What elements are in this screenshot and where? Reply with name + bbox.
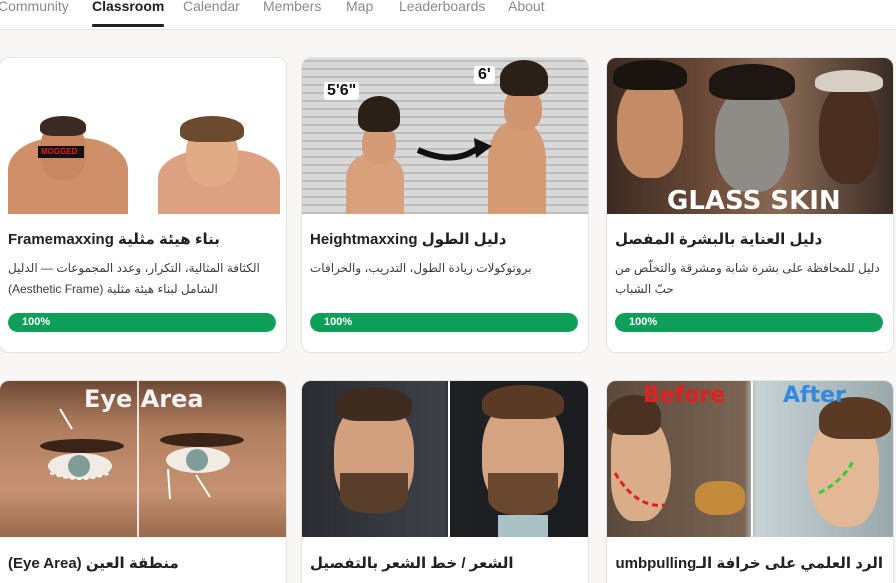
course-card-heightmaxxing[interactable]: 5'6" 6' Heightmaxxing دليل الطول بروتوكو… (301, 57, 589, 353)
classroom-nav-bar: Community Classroom Calendar Members Map… (0, 0, 896, 30)
course-card-hairline[interactable]: الشعر / خط الشعر بالتفصيل (301, 380, 589, 583)
course-description: دليل للمحافظة على بشرة شابة ومشرقة والتخ… (615, 261, 880, 296)
course-progress-bar: 100% (8, 313, 276, 332)
course-description: الكثافة المثالية، التكرار، وعدد المجموعا… (8, 261, 260, 296)
course-title: الرد العلمي على خرافة الـThumbpulling (615, 555, 883, 572)
course-title: الشعر / خط الشعر بالتفصيل (310, 555, 514, 572)
course-thumbnail: 5'6" 6' (302, 58, 588, 214)
height-label-tall: 6' (474, 66, 495, 84)
course-title: Heightmaxxing دليل الطول (310, 231, 507, 248)
course-card-skincare[interactable]: GLASS SKIN دليل العناية بالبشرة المفصل د… (606, 57, 894, 353)
course-thumbnail: Before After (607, 381, 893, 537)
thumbnail-caption: GLASS SKIN (667, 186, 841, 214)
course-thumbnail: MOGGED (0, 58, 286, 214)
course-card-eye-area[interactable]: Eye Area منطقة العين (Eye Area) (0, 380, 287, 583)
before-label: Before (643, 383, 726, 408)
tab-map[interactable]: Map (346, 0, 373, 14)
course-description: بروتوكولات زيادة الطول، التدريب، والخراف… (310, 261, 532, 275)
course-title: دليل العناية بالبشرة المفصل (615, 231, 823, 248)
tab-leaderboards[interactable]: Leaderboards (399, 0, 485, 14)
course-title: منطقة العين (Eye Area) (8, 555, 179, 572)
thumbnail-caption: Eye Area (84, 385, 204, 413)
arrow-right-icon (416, 138, 492, 161)
tab-about[interactable]: About (508, 0, 545, 14)
course-progress-bar: 100% (615, 313, 883, 332)
course-card-framemaxxing[interactable]: MOGGED Framemaxxing بناء هيئة مثلية الكث… (0, 57, 287, 353)
course-thumbnail: Eye Area (0, 381, 286, 537)
course-thumbnail: GLASS SKIN (607, 58, 893, 214)
tab-classroom[interactable]: Classroom (92, 0, 165, 27)
tab-members[interactable]: Members (263, 0, 321, 14)
censor-bar: MOGGED (38, 146, 84, 158)
course-card-thumbpulling[interactable]: Before After الرد العلمي على خرافة الـTh… (606, 380, 894, 583)
course-title: Framemaxxing بناء هيئة مثلية (8, 231, 220, 248)
course-progress-bar: 100% (310, 313, 578, 332)
height-label-short: 5'6" (324, 82, 360, 100)
tab-calendar[interactable]: Calendar (183, 0, 240, 14)
tab-community[interactable]: Community (0, 0, 69, 14)
after-label: After (783, 383, 846, 408)
course-thumbnail (302, 381, 588, 537)
